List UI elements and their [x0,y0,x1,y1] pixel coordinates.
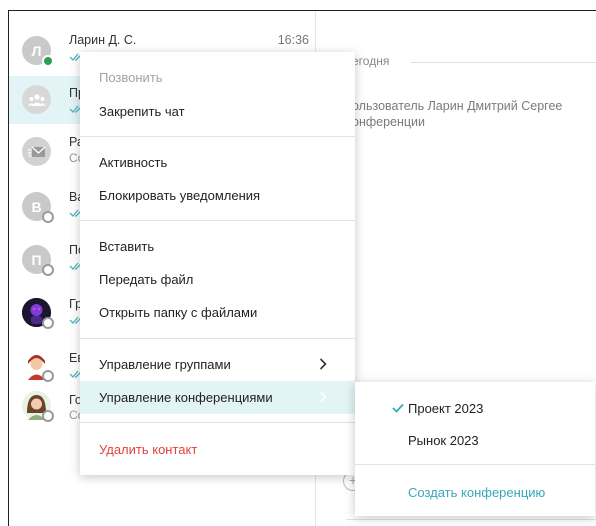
online-status-icon [42,55,54,67]
avatar: В [22,192,54,223]
system-message-line: ользователь Ларин Дмитрий Сергее [352,99,563,113]
chevron-right-icon [319,358,327,370]
menu-separator [80,220,355,221]
mail-icon [27,146,45,157]
avatar: П [22,245,54,276]
menu-item-send-file[interactable]: Передать файл [80,263,355,296]
mail-avatar [22,137,51,166]
avatar: Л [22,36,54,67]
composer-divider [346,519,596,520]
avatar-letter: В [31,198,42,215]
photo-avatar [22,298,54,329]
menu-item-manage-groups[interactable]: Управление группами [80,348,355,381]
menu-item-label: Управление группами [99,357,231,372]
submenu-item-conference[interactable]: Рынок 2023 [355,424,595,456]
avatar-letter: Л [31,42,42,59]
photo-avatar [22,391,54,422]
group-icon [27,93,46,106]
submenu-item-label: Рынок 2023 [408,432,479,448]
menu-separator [80,338,355,339]
offline-status-icon [42,317,54,329]
submenu-item-conference[interactable]: Проект 2023 [355,392,595,424]
chevron-right-icon [319,391,327,403]
menu-separator [355,464,595,465]
offline-status-icon [42,410,54,422]
menu-separator [80,136,355,137]
photo-avatar [22,351,54,382]
offline-status-icon [42,264,54,276]
avatar-letter: П [31,251,42,268]
context-menu: Позвонить Закрепить чат Активность Блоки… [80,52,355,475]
menu-item-open-files-folder[interactable]: Открыть папку с файлами [80,296,355,329]
offline-status-icon [42,211,54,223]
menu-item-call[interactable]: Позвонить [80,61,355,94]
create-conference-button[interactable]: Создать конференцию [355,476,595,508]
menu-item-label: Управление конференциями [99,390,273,405]
checkmark-icon [392,403,404,413]
menu-item-manage-conferences[interactable]: Управление конференциями [80,381,355,414]
menu-item-activity[interactable]: Активность [80,146,355,179]
conferences-submenu: Проект 2023 Рынок 2023 Создать конференц… [355,382,595,516]
date-divider: егодня [352,54,390,68]
group-avatar [22,85,51,114]
chat-time: 16:36 [277,33,309,47]
chat-name: Ларин Д. С. [69,33,137,47]
menu-separator [80,422,355,423]
system-message-line: онференции [352,115,426,129]
submenu-item-label: Проект 2023 [408,400,484,416]
menu-item-pin-chat[interactable]: Закрепить чат [80,95,355,128]
date-divider-line [411,62,596,63]
menu-item-delete-contact[interactable]: Удалить контакт [80,433,355,466]
menu-item-paste[interactable]: Вставить [80,230,355,263]
system-message: ользователь Ларин Дмитрий Сергее онферен… [352,98,596,130]
menu-item-block-notifications[interactable]: Блокировать уведомления [80,179,355,212]
